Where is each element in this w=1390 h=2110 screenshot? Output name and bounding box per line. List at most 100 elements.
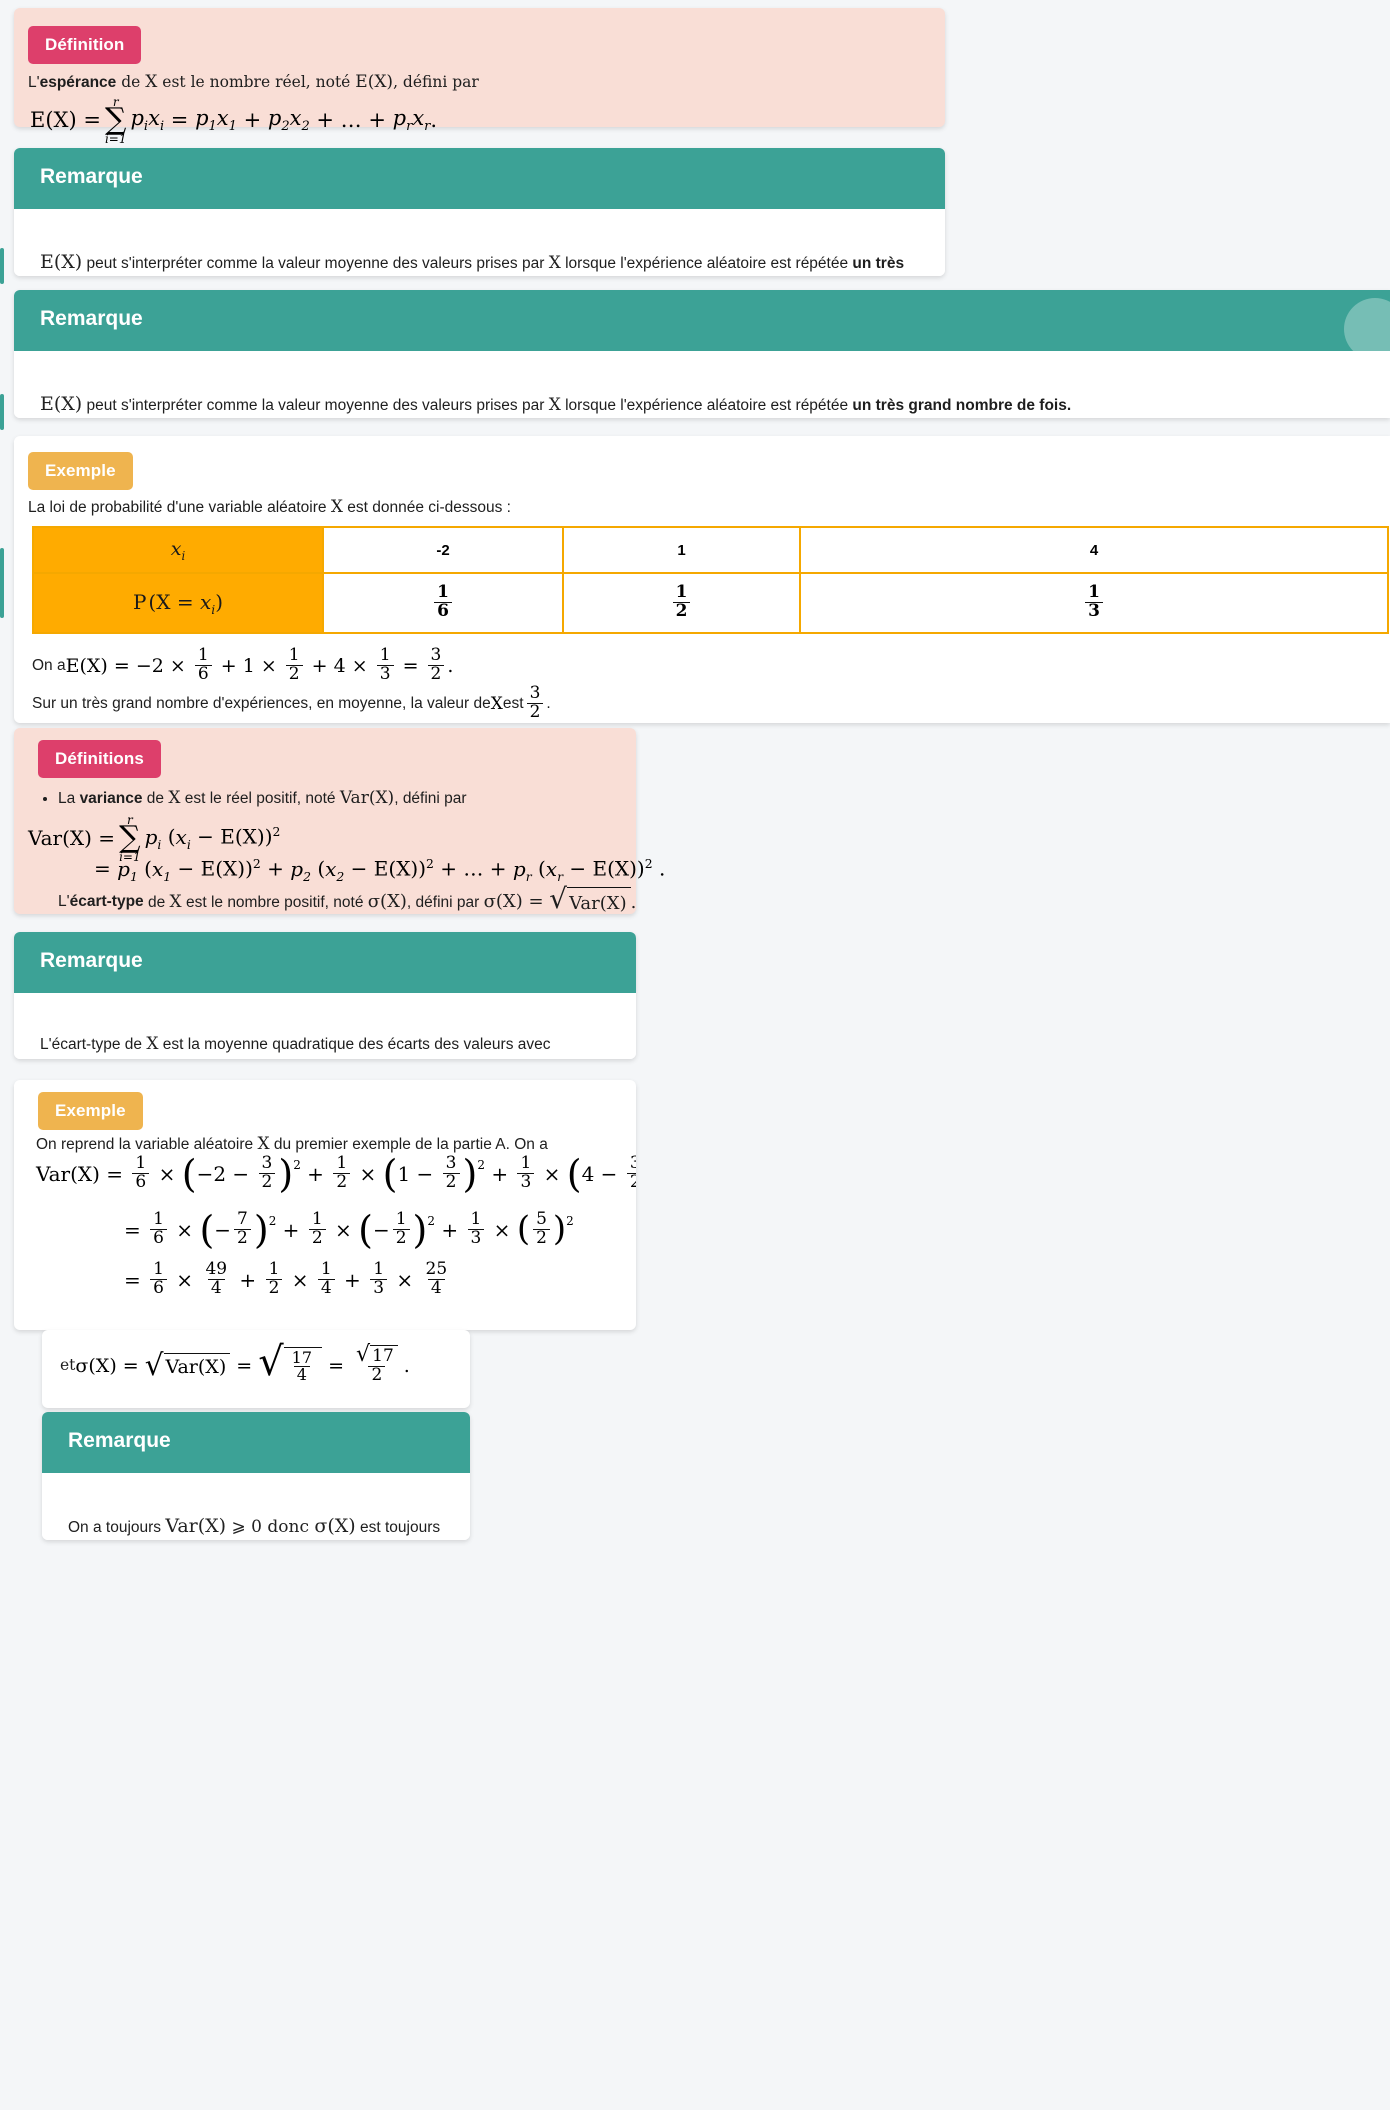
v2-d1: 2 [234,1228,251,1248]
sqrt-final-icon: √ 17 [356,1343,398,1366]
v1-e1n: 3 [261,1153,273,1173]
definition-lead-bold: espérance [39,74,117,91]
esperance-result-den: 2 [427,664,445,684]
remarque-2-x: X [548,395,561,415]
esperance-f1-den: 6 [194,664,212,684]
p3-den: 3 [1085,601,1103,621]
row-label-probability: P (X = xi) [32,572,324,634]
exemple-1-intro-pre: La loi de probabilité d'une variable alé… [28,499,331,516]
v2-p2d: 2 [308,1228,326,1248]
remarque-2-title: Remarque [40,307,143,330]
sqrt-fraction-icon: √ 17 4 [258,1342,323,1385]
variance-pre: La [58,790,80,807]
table-cell-x2: 1 [562,526,801,574]
v3-p2d: 2 [265,1278,283,1298]
remarque-1-post: lorsque l'expérience aléatoire est répét… [560,255,853,272]
ecart-type-post: de X est le nombre positif, noté σ(X), d… [143,891,550,913]
v3-d2: 4 [317,1278,335,1298]
remarque-4-ge: ⩾ 0 donc [226,1517,315,1537]
conclusion-pre: Sur un très grand nombre d'expériences, … [32,695,491,713]
esperance-coef-2: 1 [242,655,255,677]
definition-lead-post: de X est le nombre réel, noté E(X), défi… [116,72,479,92]
document-page: Définition L'espérance de X est le nombr… [0,0,1390,2110]
v1-e1d: 2 [258,1172,276,1192]
p1-num: 1 [437,582,449,602]
remarque-3-card: Remarque L'écart-type de X est la moyenn… [14,932,636,1059]
ecart-type-bold: écart-type [69,893,144,911]
v3-d3: 4 [427,1278,445,1298]
p2-num: 1 [675,582,688,602]
esperance-f2-den: 2 [285,664,303,684]
sigma-card: et σ(X) = √ Var(X) = √ 17 4 = √ 17 2 . [42,1330,470,1408]
esperance-f3-num: 1 [379,645,391,665]
v3-p1d: 6 [150,1278,167,1298]
esperance-conclusion: Sur un très grand nombre d'expériences, … [32,684,551,722]
exemple-1-intro: La loi de probabilité d'une variable alé… [28,495,511,521]
remarque-4-sigma: σ(X) [314,1515,356,1537]
exemple-2-intro-pre: On reprend la variable aléatoire [36,1136,258,1153]
definition-ecart-type-item: L' écart-type de X est le nombre positif,… [58,882,637,917]
table-cell-p3: 13 [799,572,1389,634]
exemple-1-card: Exemple La loi de probabilité d'une vari… [14,436,1390,723]
v1-p2d: 2 [333,1172,351,1192]
v2-p3d: 3 [467,1228,485,1248]
esperance-f1-num: 1 [197,645,209,665]
sigma-lhs: σ(X) [75,1354,117,1377]
definitions-variance-card: Définitions La variance de X est le réel… [14,728,665,914]
v3-n1: 49 [205,1259,228,1279]
table-cell-x1: -2 [322,526,564,574]
remarque-1-x: X [548,253,561,273]
definition-esperance-card: Définition L'espérance de X est le nombr… [14,8,945,145]
exemple-2-intro-post: du premier exemple de la partie A. On a [269,1136,548,1153]
v2-sign2: − [372,1218,390,1242]
v2-p2n: 1 [311,1209,323,1229]
table-cell-x3: 4 [799,526,1389,574]
v1-p1n: 1 [135,1153,147,1173]
v2-n3: 5 [536,1209,547,1229]
exemple-1-accent-stripe [0,548,4,618]
v3-d1: 4 [207,1278,225,1298]
sqrt-var-icon-2: √ Var(X) [145,1350,231,1380]
remarque-3-pre: L'écart-type de [40,1036,147,1053]
esperance-computation: On a E(X) = −2 × 16 + 1 × 12 + 4 × 13 = … [32,645,454,684]
exemple-1-intro-x: X [330,497,343,517]
remarque-3-body: L'écart-type de X est la moyenne quadrat… [14,993,636,1059]
exemple-2-badge: Exemple [38,1092,143,1130]
sigma-frac-num: 17 [291,1347,313,1367]
v1-p2n: 1 [336,1153,348,1173]
sqrt-var-icon: √ Var(X) [549,885,631,917]
v2-p1n: 1 [153,1209,164,1229]
remarque-4-title: Remarque [68,1429,171,1452]
remarque-4-body: On a toujours Var(X) ⩾ 0 donc σ(X) est t… [42,1473,470,1540]
definition-lead-pre: L' [28,74,40,91]
v3-p3d: 3 [370,1278,388,1298]
table-row-xi: xi -2 1 4 [32,526,1389,574]
definition-badge: Définition [28,26,142,64]
remarque-1-title: Remarque [40,165,143,188]
exemple-1-intro-post: est donnée ci-dessous : [342,499,511,516]
definitions-badge: Définitions [38,740,161,778]
variance-calc-line-2: = 16 × ( − 72 ) 2 + 12 × ( − 12 ) 2 + 13 ×… [124,1207,574,1252]
remarque-2-post: lorsque l'expérience aléatoire est répét… [560,397,853,414]
variance-post: de X est le réel positif, noté Var(X), d… [142,788,467,808]
p3-num: 1 [1088,582,1100,602]
remarque-2-accent-stripe [0,394,4,430]
table-cell-p2: 12 [562,572,801,634]
v1-x2: 1 [397,1162,411,1186]
esperance-coef-3: 4 [333,655,346,677]
esperance-formula: E(X) = r ∑ i=1 pixi = p1x1 + p2x2 + … + … [30,95,438,146]
esperance-result-num: 3 [430,645,442,665]
v1-p1d: 6 [132,1172,150,1192]
v2-n2: 1 [395,1209,407,1229]
remarque-3-x: X [146,1034,159,1054]
v1-e3n: 3 [629,1153,636,1173]
ecart-type-pre: L' [58,893,70,911]
conclusion-end: . [546,695,551,713]
definitions-list: La variance de X est le réel positif, no… [36,786,678,814]
sigma-frac-den: 4 [293,1366,310,1383]
remarque-2-body: E(X) peut s'interpréter comme la valeur … [14,351,1390,418]
variance-bold: variance [79,790,143,807]
remarque-2-bold: un très grand nombre de fois. [852,397,1072,414]
remarque-4-header: Remarque [42,1412,470,1473]
v1-x1: −2 [196,1162,227,1186]
